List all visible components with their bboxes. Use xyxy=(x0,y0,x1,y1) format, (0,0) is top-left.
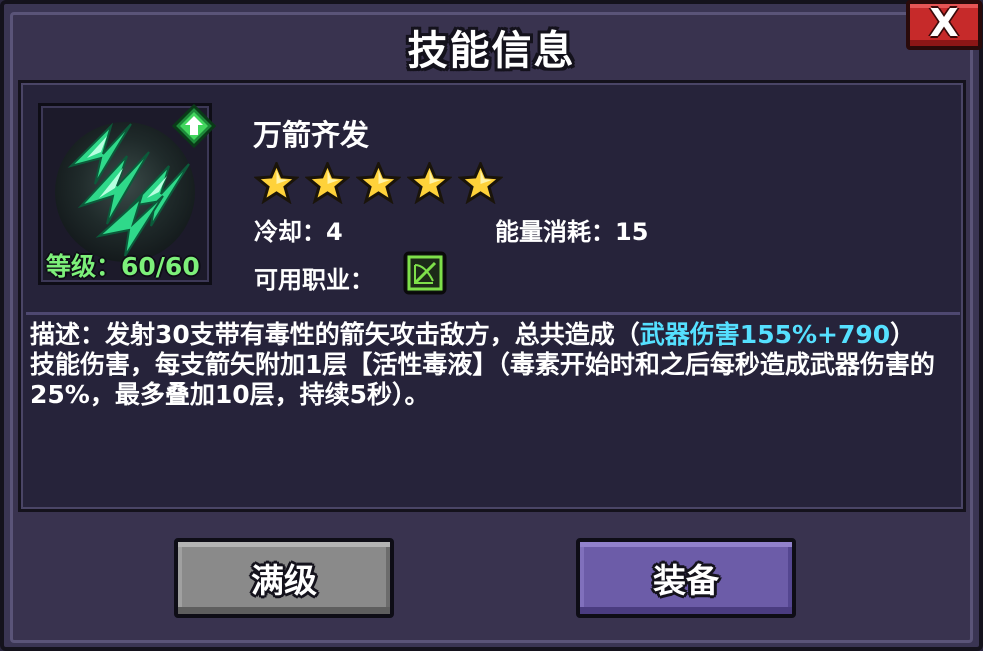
energy-cost-stat: 能量消耗：15 xyxy=(495,212,648,247)
star-rating xyxy=(254,162,503,204)
equip-button[interactable]: 装备 xyxy=(576,538,796,618)
star-icon xyxy=(458,162,503,204)
close-icon: X xyxy=(929,1,959,45)
panel-divider xyxy=(26,312,960,315)
close-button[interactable]: X xyxy=(906,0,982,50)
cooldown-label: 冷却： xyxy=(254,218,326,246)
green-upgrade-arrow-icon xyxy=(172,104,216,148)
star-icon xyxy=(254,162,299,204)
dialog-title: 技能信息 xyxy=(407,28,576,74)
skill-name: 万箭齐发 xyxy=(253,118,370,152)
cooldown-value: 4 xyxy=(326,218,343,246)
damage-highlight: 武器伤害155%+790 xyxy=(639,320,891,349)
skill-description: 描述：发射30支带有毒性的箭矢攻击敌方，总共造成（武器伤害155%+790）技能… xyxy=(30,320,935,410)
star-icon xyxy=(407,162,452,204)
class-label: 可用职业： xyxy=(254,266,374,294)
energy-value: 15 xyxy=(615,218,649,246)
star-icon xyxy=(305,162,350,204)
max-level-button[interactable]: 满级 xyxy=(174,538,394,618)
energy-label: 能量消耗： xyxy=(495,218,615,246)
skill-level-text: 等级：60/60 xyxy=(46,252,200,281)
star-icon xyxy=(356,162,401,204)
description-text: 描述：发射30支带有毒性的箭矢攻击敌方，总共造成（ xyxy=(30,320,640,349)
cooldown-stat: 冷却：4 xyxy=(254,212,343,247)
archer-bow-class-icon xyxy=(403,251,447,295)
